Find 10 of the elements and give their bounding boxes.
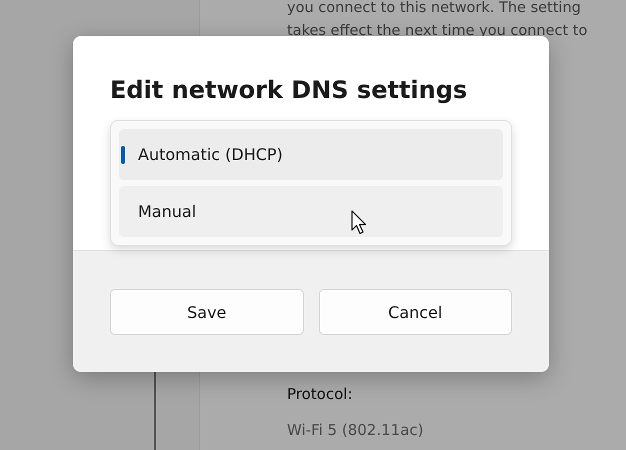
dropdown-option[interactable]: Automatic (DHCP): [119, 129, 503, 180]
dropdown-option[interactable]: Manual: [119, 186, 503, 237]
selection-indicator: [121, 146, 125, 164]
description-text: you connect to this network. The setting: [287, 0, 582, 18]
protocol-label: Protocol:: [287, 384, 354, 405]
save-button[interactable]: Save: [110, 289, 304, 335]
cancel-button[interactable]: Cancel: [318, 289, 512, 335]
cursor-icon: [351, 210, 367, 235]
protocol-value: Wi-Fi 5 (802.11ac): [287, 420, 424, 441]
dialog-title: Edit network DNS settings: [110, 76, 468, 104]
